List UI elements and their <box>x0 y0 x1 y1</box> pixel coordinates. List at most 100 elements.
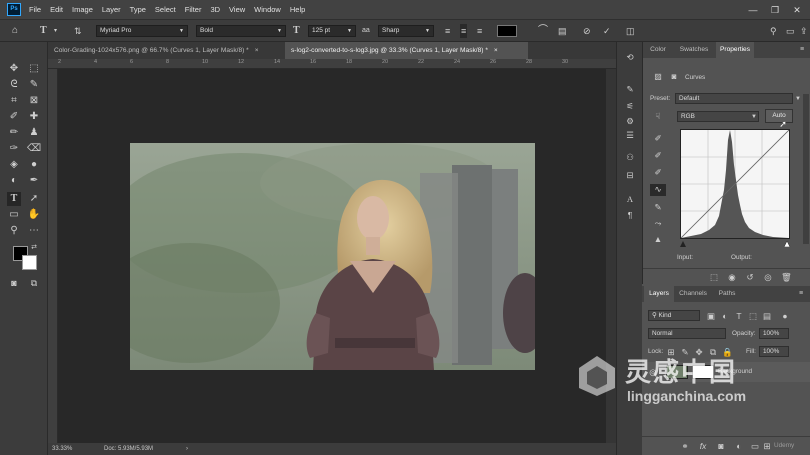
rectangle-tool-icon[interactable]: ▭ <box>7 208 21 222</box>
history-icon[interactable]: ⟲ <box>625 52 635 62</box>
align-center-icon[interactable]: ≡ <box>460 24 468 38</box>
lock-position-icon[interactable]: ✥ <box>694 347 704 357</box>
styles-icon[interactable]: ⚇ <box>625 152 635 162</box>
doc-tab-slog[interactable]: s-log2-converted-to-s-log3.jpg @ 33.3% (… <box>285 42 528 59</box>
3d-icon[interactable]: ◫ <box>626 24 635 38</box>
link-layers-icon[interactable]: ⚭ <box>680 441 690 451</box>
new-layer-icon[interactable]: ⊞ <box>762 441 772 451</box>
document-canvas[interactable] <box>58 69 606 443</box>
properties-scrollbar[interactable] <box>803 94 809 244</box>
input-slider[interactable] <box>677 239 793 247</box>
type-tool-icon[interactable]: T <box>7 192 21 206</box>
tab-swatches[interactable]: Swatches <box>675 42 713 58</box>
magic-wand-icon[interactable]: ✎ <box>27 78 41 92</box>
crop-tool-icon[interactable]: ⌗ <box>7 94 21 108</box>
clip-to-layer-icon[interactable]: ⬚ <box>709 272 719 282</box>
clone-stamp-icon[interactable]: ♟ <box>27 126 41 140</box>
adjustments-icon[interactable]: ☰ <box>625 130 635 140</box>
chevron-down-icon[interactable]: ▼ <box>749 112 759 122</box>
new-group-icon[interactable]: ▭ <box>750 441 760 451</box>
font-style-select[interactable]: Bold ▼ <box>196 25 286 37</box>
fx-icon[interactable]: fx <box>698 441 708 451</box>
add-mask-icon[interactable]: ◙ <box>716 441 726 451</box>
font-family-select[interactable]: Myriad Pro ▼ <box>96 25 188 37</box>
panel-menu-icon[interactable]: ≡ <box>796 289 806 299</box>
view-previous-icon[interactable]: ◉ <box>727 272 737 282</box>
opacity-input[interactable]: 100% <box>759 328 789 339</box>
align-right-icon[interactable]: ≡ <box>477 24 482 38</box>
curve-edit-icon[interactable]: ∿ <box>650 184 666 196</box>
menu-window[interactable]: Window <box>254 5 281 14</box>
clone-source-icon[interactable]: ⚙ <box>625 116 635 126</box>
tab-color[interactable]: Color <box>645 42 671 58</box>
channel-select[interactable]: RGB <box>677 111 759 122</box>
tab-properties[interactable]: Properties <box>716 42 754 58</box>
panel-menu-icon[interactable]: ≡ <box>797 45 807 55</box>
filter-type-icon[interactable]: T <box>734 311 744 321</box>
font-size-select[interactable]: 125 pt ▼ <box>308 25 356 37</box>
status-menu-arrow[interactable]: › <box>186 443 188 455</box>
layer-filter-select[interactable]: ⚲ Kind <box>648 310 700 321</box>
swap-colors-icon[interactable]: ⇄ <box>29 241 39 255</box>
close-tab-icon[interactable]: × <box>494 47 498 54</box>
lock-all-icon[interactable]: 🔒 <box>722 347 733 357</box>
menu-view[interactable]: View <box>229 5 245 14</box>
close-button[interactable]: ✕ <box>786 0 808 20</box>
fill-input[interactable]: 100% <box>759 346 789 357</box>
preset-select[interactable]: Default <box>675 93 793 104</box>
eraser-icon[interactable]: ⌫ <box>27 142 41 156</box>
lock-transparent-icon[interactable]: ⊞ <box>666 347 676 357</box>
close-tab-icon[interactable]: × <box>255 47 259 54</box>
move-tool-icon[interactable]: ✥ <box>7 62 21 76</box>
lasso-tool-icon[interactable]: ᘓ <box>7 78 21 92</box>
character-panel-icon[interactable]: ▤ <box>558 24 567 38</box>
commit-icon[interactable]: ✓ <box>603 24 611 38</box>
search-icon[interactable]: ⚲ <box>770 24 777 38</box>
share-icon[interactable]: ⇪ <box>800 24 808 38</box>
align-left-icon[interactable]: ≡ <box>445 24 450 38</box>
targeted-adjustment-icon[interactable]: ☟ <box>652 111 664 121</box>
doc-tab-color-grading[interactable]: Color-Grading-1024x576.png @ 66.7% (Curv… <box>48 42 282 59</box>
menu-edit[interactable]: Edit <box>50 5 63 14</box>
background-color-swatch[interactable] <box>22 255 37 270</box>
tab-paths[interactable]: Paths <box>712 286 742 302</box>
more-tools-icon[interactable]: ⋯ <box>27 224 41 238</box>
chevron-down-icon[interactable]: ▼ <box>793 94 803 104</box>
menu-3d[interactable]: 3D <box>210 5 220 14</box>
marquee-tool-icon[interactable]: ⬚ <box>27 62 41 76</box>
layer-row[interactable]: ◎ Background <box>642 362 810 382</box>
menu-type[interactable]: Type <box>130 5 146 14</box>
paint-bucket-icon[interactable]: ◈ <box>7 158 21 172</box>
lock-artboard-icon[interactable]: ⧉ <box>708 347 718 357</box>
minimize-button[interactable]: — <box>742 0 764 20</box>
dodge-tool-icon[interactable]: ◐ <box>7 174 21 188</box>
warp-text-icon[interactable]: ⌒ <box>538 24 548 38</box>
filter-adjustment-icon[interactable]: ◐ <box>720 311 730 321</box>
tab-layers[interactable]: Layers <box>644 286 674 302</box>
eyedropper-gray-icon[interactable]: ✐ <box>652 150 664 160</box>
curves-graph[interactable] <box>680 129 790 239</box>
eyedropper-icon[interactable]: ✐ <box>7 110 21 124</box>
home-icon[interactable]: ⌂ <box>12 24 18 38</box>
text-tool-preset-icon[interactable]: T <box>40 24 47 38</box>
menu-select[interactable]: Select <box>155 5 176 14</box>
antialias-select[interactable]: Sharp ▼ <box>378 25 434 37</box>
reset-icon[interactable]: ↺ <box>745 272 755 282</box>
pen-tool-icon[interactable]: ✒ <box>27 174 41 188</box>
lock-pixels-icon[interactable]: ✎ <box>680 347 690 357</box>
menu-help[interactable]: Help <box>290 5 305 14</box>
filter-smart-icon[interactable]: ▤ <box>762 311 772 321</box>
pencil-draw-icon[interactable]: ✎ <box>652 202 664 212</box>
hand-tool-icon[interactable]: ✋ <box>27 208 41 222</box>
zoom-tool-icon[interactable]: ⚲ <box>7 224 21 238</box>
smooth-icon[interactable]: ⤳ <box>652 218 664 228</box>
delete-icon[interactable]: 🗑 <box>781 272 792 282</box>
zoom-level[interactable]: 33.33% <box>52 443 72 455</box>
text-color-swatch[interactable] <box>497 25 517 37</box>
visibility-icon[interactable]: ◎ <box>763 272 773 282</box>
path-selection-icon[interactable]: ➚ <box>27 192 41 206</box>
restore-button[interactable]: ❐ <box>764 0 786 20</box>
character-icon[interactable]: A <box>625 194 635 204</box>
visibility-icon[interactable]: ◎ <box>648 367 658 377</box>
brush-tool-icon[interactable]: ✏ <box>7 126 21 140</box>
